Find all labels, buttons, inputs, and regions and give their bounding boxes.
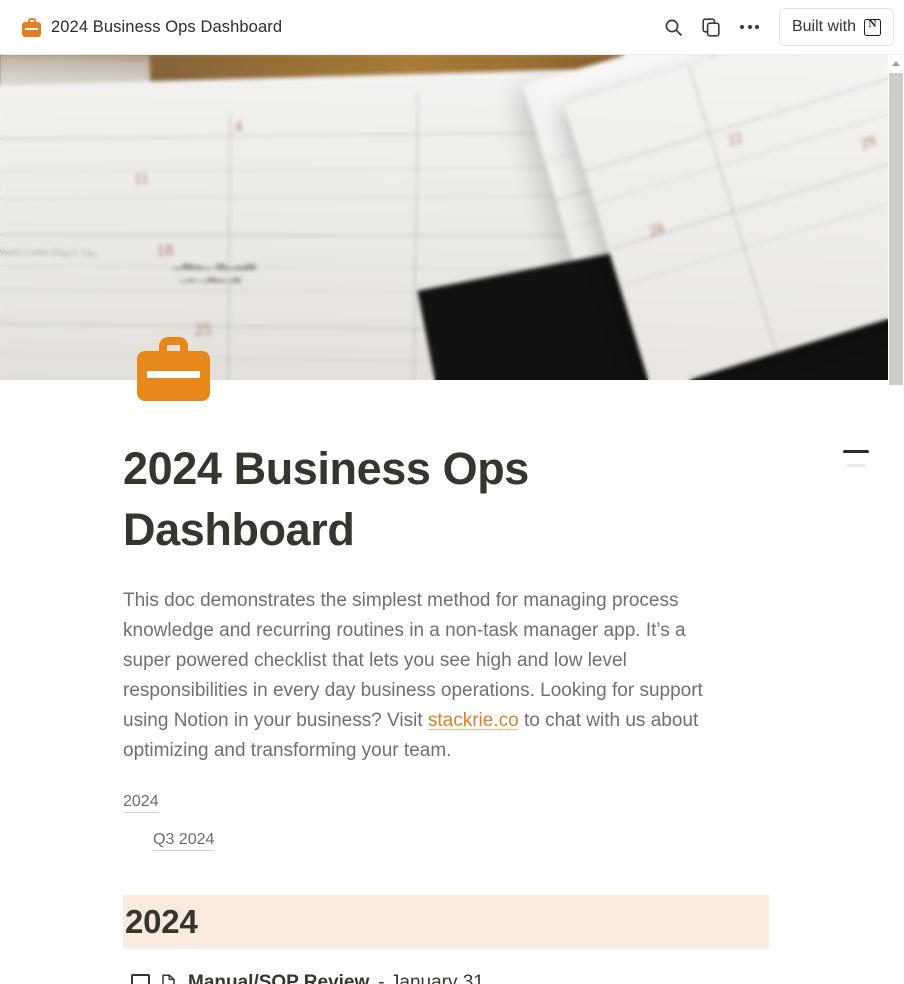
cover-day-number: 11	[133, 171, 149, 188]
cover-day-number: 22	[725, 129, 745, 150]
toc-item-2024[interactable]: 2024	[123, 790, 769, 814]
section-heading-highlight: 2024	[123, 895, 769, 949]
app-window: 2024 Business Ops Dashboard Built with N…	[0, 0, 904, 984]
scrollbar-thumb[interactable]	[889, 73, 903, 385]
cover-day-number: 4	[234, 118, 243, 135]
page-description: This doc demonstrates the simplest metho…	[123, 586, 738, 766]
top-bar-title: 2024 Business Ops Dashboard	[51, 17, 283, 36]
scroll-up-arrow-icon[interactable]	[888, 55, 904, 71]
more-options-icon[interactable]	[731, 8, 769, 46]
toc-item-q3-2024[interactable]: Q3 2024	[153, 828, 769, 852]
page-icon-briefcase-icon[interactable]	[137, 337, 210, 401]
document-body: 2024 Business Ops Dashboard This doc dem…	[0, 380, 888, 984]
cover-image[interactable]: 4 11 18 25 Martin Luther King Jr. Day ▁▃…	[0, 55, 888, 380]
cover-day-number: 29	[858, 133, 878, 153]
page-link-icon	[162, 974, 175, 984]
cover-day-number: 28	[647, 220, 667, 241]
search-icon[interactable]	[655, 8, 693, 46]
built-with-label: Built with	[791, 18, 856, 35]
toc-item-label: 2024	[123, 793, 159, 813]
cover-scribble: ▁▃▂▁ ▃▁▂▃	[172, 254, 256, 270]
outline-indicator[interactable]	[843, 450, 869, 478]
cover-day-number: 18	[155, 240, 174, 261]
vertical-scrollbar[interactable]	[888, 55, 904, 984]
briefcase-icon	[22, 17, 41, 37]
todo-page-link[interactable]: Manual/SOP Review	[188, 972, 369, 984]
built-with-button[interactable]: Built with	[778, 8, 894, 46]
duplicate-icon[interactable]	[693, 8, 731, 46]
notion-logo-icon	[864, 18, 881, 36]
todo-item: Manual/SOP Review - January 31	[123, 972, 769, 984]
todo-checkbox[interactable]	[131, 973, 150, 984]
top-bar-actions: Built with	[655, 8, 894, 46]
cover-scribble: ▁▂ ▁▃▂▁▃	[178, 270, 241, 283]
top-bar: 2024 Business Ops Dashboard Built with	[0, 0, 904, 55]
cover-note-text: Martin Luther King Jr. Day	[0, 246, 97, 258]
todo-due-date: - January 31	[378, 972, 484, 984]
top-bar-left: 2024 Business Ops Dashboard	[22, 17, 655, 37]
outline-marker-active[interactable]	[843, 450, 869, 453]
toc-item-label: Q3 2024	[153, 831, 215, 851]
section-heading-2024: 2024	[125, 903, 198, 940]
table-of-contents: 2024 Q3 2024	[123, 790, 769, 852]
scrollbar-track[interactable]	[888, 71, 904, 984]
stackrie-link[interactable]: stackrie.co	[428, 710, 519, 731]
page-title: 2024 Business Ops Dashboard	[123, 443, 529, 555]
outline-marker-dim[interactable]	[847, 464, 866, 467]
